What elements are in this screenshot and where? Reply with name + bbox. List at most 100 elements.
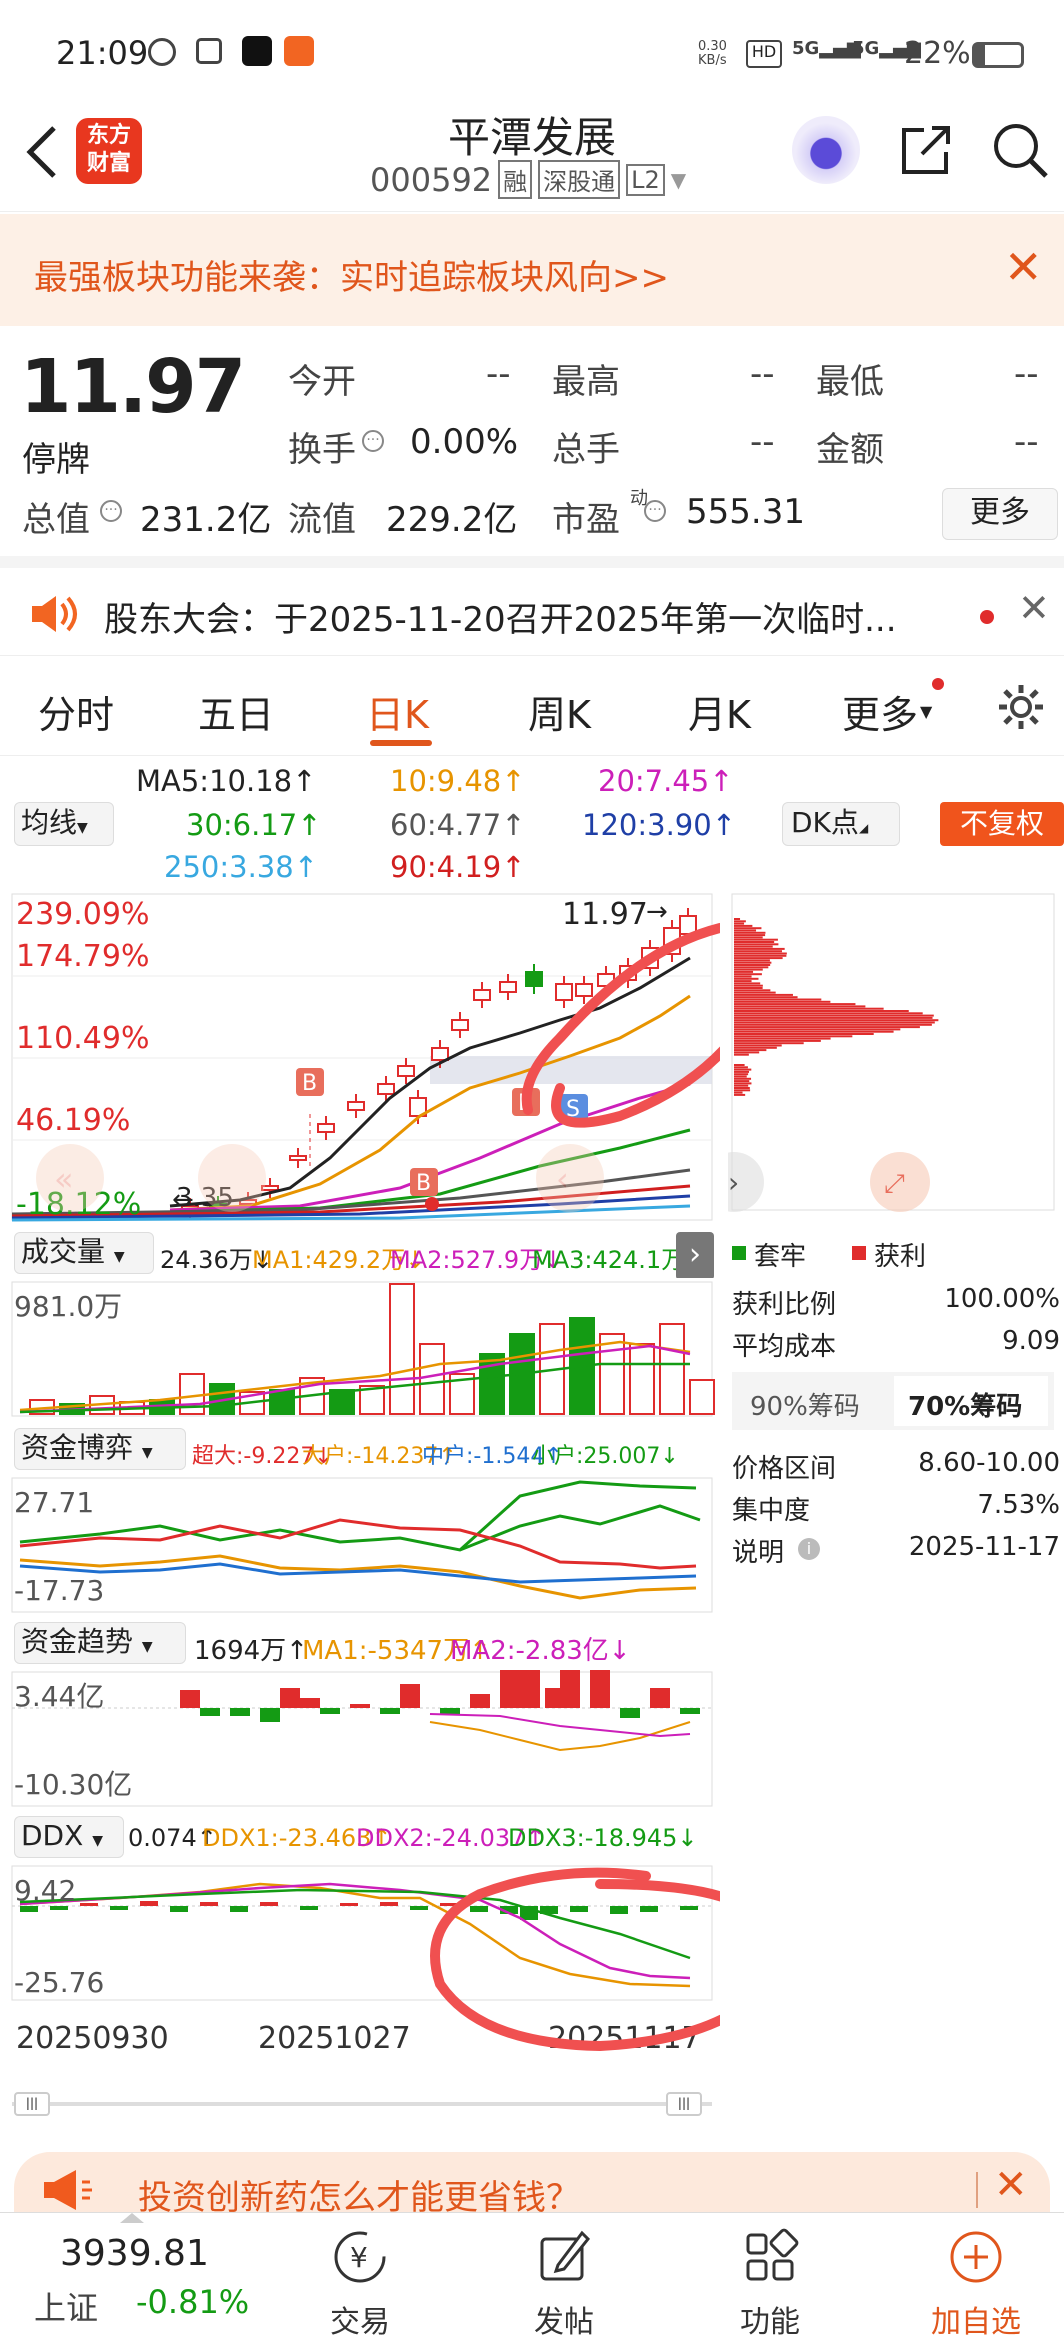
index-name[interactable]: 上证 xyxy=(34,2283,98,2329)
hd-icon: HD xyxy=(746,40,782,68)
share-icon[interactable] xyxy=(896,120,956,180)
axis-label-239: 239.09% xyxy=(16,897,149,932)
bottom-toolbar: 3939.81 上证 -0.81% ¥ 交易 发帖 功能 加自选 xyxy=(0,2212,1064,2352)
chart-range-scrollbar[interactable]: ||| ||| xyxy=(12,2092,712,2116)
more-button[interactable]: 更多 xyxy=(942,488,1058,540)
ddx-min: -25.76 xyxy=(14,1966,104,1999)
chevron-right-icon[interactable]: › xyxy=(728,1166,739,1199)
open-value: -- xyxy=(486,354,511,394)
tab-chip-90[interactable]: 90%筹码 xyxy=(750,1386,860,1423)
drag-handle-left[interactable]: ||| xyxy=(14,2092,50,2116)
chip-bar xyxy=(734,939,778,941)
chip-bar xyxy=(734,1069,751,1071)
announcement-bar[interactable]: 股东大会：于2025-11-20召开2025年第一次临时... ✕ xyxy=(0,556,1064,656)
chip-bar xyxy=(734,964,770,966)
post-button[interactable]: 发帖 xyxy=(494,2225,634,2341)
yen-icon: ¥ xyxy=(328,2225,392,2289)
price-range-label: 价格区间 xyxy=(732,1448,836,1485)
tab-intraday[interactable]: 分时 xyxy=(38,684,114,739)
tab-more[interactable]: 更多 xyxy=(842,684,918,739)
volume-bar xyxy=(420,1344,444,1414)
tag-l2: L2 xyxy=(626,164,665,196)
expand-caret-icon[interactable] xyxy=(120,2213,144,2223)
candle-body xyxy=(290,1156,306,1160)
chevron-right-icon[interactable]: › xyxy=(676,1232,714,1278)
fund-trend-bar xyxy=(620,1708,640,1718)
banner-text[interactable]: 最强板块功能来袭：实时追踪板块风向>> xyxy=(34,250,669,299)
ma-selector-label: 均线 xyxy=(21,806,77,839)
svg-text:¥: ¥ xyxy=(350,2241,368,2274)
fund-trend-bar xyxy=(440,1708,460,1714)
chip-bar xyxy=(734,930,756,932)
candle-body xyxy=(432,1048,448,1060)
ma-legend: MA5:10.18↑ 10:9.48↑ 20:7.45↑ 均线▼ 30:6.17… xyxy=(0,760,1064,890)
volume-selector[interactable]: 成交量 ▼ xyxy=(14,1232,154,1274)
volume-chart: 981.0万 xyxy=(0,1280,720,1420)
chevron-down-icon[interactable]: ▼ xyxy=(671,168,686,192)
close-icon[interactable]: ✕ xyxy=(1004,240,1043,294)
close-icon[interactable]: ✕ xyxy=(1018,586,1050,630)
dk-point-selector[interactable]: DK点◢ xyxy=(782,802,900,846)
tab-weekly-k[interactable]: 周K xyxy=(528,684,591,739)
tab-chip-70[interactable]: 70%筹码 xyxy=(908,1386,1022,1423)
candle-body xyxy=(474,990,490,1000)
fund-game-selector[interactable]: 资金博弈 ▼ xyxy=(14,1428,186,1470)
chip-bar xyxy=(734,1094,745,1096)
tab-five-day[interactable]: 五日 xyxy=(198,684,274,739)
rewind-icon[interactable]: « xyxy=(54,1160,74,1198)
price-range-value: 8.60-10.00 xyxy=(918,1448,1060,1478)
chip-bar xyxy=(734,923,744,925)
gear-icon[interactable] xyxy=(996,682,1046,732)
chip-bar xyxy=(734,1001,830,1003)
promo-banner[interactable]: 最强板块功能来袭：实时追踪板块风向>> ✕ xyxy=(0,214,1064,326)
adjust-mode-button[interactable]: 不复权 xyxy=(940,802,1064,846)
search-icon[interactable] xyxy=(990,120,1050,180)
ddx3-line xyxy=(20,1890,690,1958)
drag-handle-right[interactable]: ||| xyxy=(666,2092,702,2116)
index-value[interactable]: 3939.81 xyxy=(60,2233,209,2274)
fund-trend-min: -10.30亿 xyxy=(14,1768,132,1801)
tab-daily-k[interactable]: 日K xyxy=(366,684,429,739)
turnover-value: 0.00% xyxy=(410,422,518,462)
info-icon[interactable]: i xyxy=(798,1538,820,1560)
chip-bar xyxy=(734,1003,855,1005)
volume-bar xyxy=(270,1390,294,1414)
ma30-value: 30:6.17↑ xyxy=(186,808,322,842)
chip-bar xyxy=(734,1076,747,1078)
kline-chart[interactable]: 239.09% 174.79% 110.49% 46.19% -18.12% 1… xyxy=(0,888,720,1228)
candle-body xyxy=(556,984,572,1000)
robot-assistant-icon[interactable] xyxy=(792,116,860,184)
function-button[interactable]: 功能 xyxy=(700,2225,840,2341)
fund-trend-selector[interactable]: 资金趋势 ▼ xyxy=(14,1622,186,1664)
last-price: 11.97 xyxy=(20,344,244,430)
info-icon[interactable]: ··· xyxy=(362,430,384,452)
ma20-value: 20:7.45↑ xyxy=(598,764,734,798)
add-watchlist-button[interactable]: 加自选 xyxy=(906,2225,1046,2341)
ddx-bar xyxy=(300,1906,318,1910)
chevron-down-icon: ▼ xyxy=(920,702,932,721)
info-icon-3[interactable]: ··· xyxy=(644,500,666,522)
chip-bar xyxy=(734,1073,748,1075)
close-icon[interactable]: ✕ xyxy=(994,2162,1028,2208)
low-value: -- xyxy=(1014,354,1039,394)
trade-label: 交易 xyxy=(290,2297,430,2341)
announcement-text[interactable]: 股东大会：于2025-11-20召开2025年第一次临时... xyxy=(104,592,897,641)
info-icon-2[interactable]: ··· xyxy=(100,500,122,522)
ma10-value: 10:9.48↑ xyxy=(390,764,526,798)
ddx-selector[interactable]: DDX ▼ xyxy=(14,1816,124,1858)
ddx-chart: 9.42 -25.76 20250930 20251027 20251117 xyxy=(0,1864,720,2074)
chevron-left-icon[interactable]: ‹ xyxy=(556,1160,569,1198)
index-change[interactable]: -0.81% xyxy=(136,2283,249,2321)
chip-bar xyxy=(734,1089,750,1091)
trade-button[interactable]: ¥ 交易 xyxy=(290,2225,430,2341)
chip-bar xyxy=(734,1082,751,1084)
fund-trend-bar xyxy=(560,1670,580,1708)
turnover-label: 换手 xyxy=(288,422,356,471)
post-label: 发帖 xyxy=(494,2297,634,2341)
volume-legend: 成交量 ▼ 24.36万↓ MA1:429.2万↓ MA2:527.9万↓ MA… xyxy=(0,1232,720,1278)
medium-line xyxy=(20,1564,696,1582)
ma5-value: MA5:10.18↑ xyxy=(136,764,316,798)
tab-monthly-k[interactable]: 月K xyxy=(688,684,751,739)
fund-trend-ma2: MA2:-2.83亿↓ xyxy=(450,1630,631,1667)
ma-selector[interactable]: 均线▼ xyxy=(14,802,114,846)
